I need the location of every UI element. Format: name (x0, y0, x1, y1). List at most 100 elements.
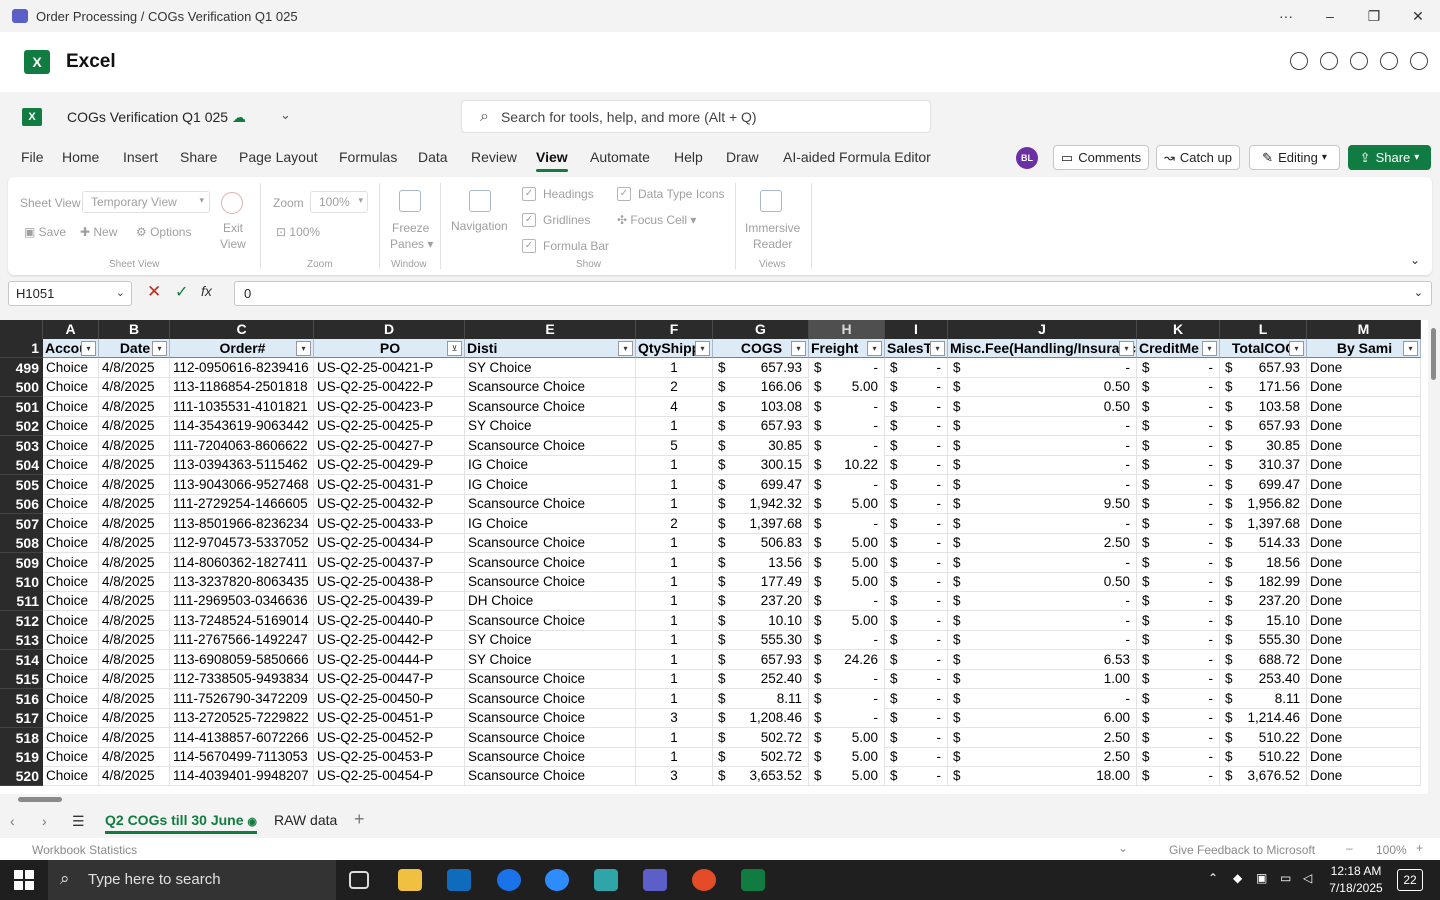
cell-credit-memo[interactable]: $ - (1137, 377, 1220, 398)
cell-credit-memo[interactable]: $ - (1137, 630, 1220, 651)
scroll-thumb[interactable] (1431, 328, 1436, 380)
cell-qty[interactable]: 1 (636, 552, 713, 573)
header-cell-account[interactable]: Accou ▾ (43, 339, 99, 358)
insert-function-icon[interactable]: fx (201, 283, 212, 299)
row-header[interactable]: 500 (0, 377, 43, 398)
cell-order[interactable]: 112-0950616-8239416 (170, 358, 314, 378)
cell-qty[interactable]: 1 (636, 688, 713, 709)
cell-misc-fee[interactable]: $18.00 (948, 766, 1137, 787)
cell-date[interactable]: 4/8/2025 (99, 474, 170, 495)
cell-account[interactable]: Choice (43, 416, 99, 437)
cell-salestax[interactable]: $ - (885, 766, 948, 787)
cell-freight[interactable]: $ - (809, 630, 885, 651)
zoom-100-button[interactable]: ⊡ 100% (276, 225, 320, 239)
cell-misc-fee[interactable]: $ - (948, 552, 1137, 573)
cell-po[interactable]: US-Q2-25-00454-P (314, 766, 465, 787)
cell-cogs[interactable]: $237.20 (713, 591, 809, 612)
cell-misc-fee[interactable]: $2.50 (948, 533, 1137, 554)
exit-view-button[interactable]: Exit (223, 221, 243, 235)
cell-disti[interactable]: Scansource Choice (465, 766, 636, 787)
task-view-icon[interactable] (349, 871, 369, 889)
cell-account[interactable]: Choice (43, 708, 99, 729)
avatar[interactable]: BL (1016, 147, 1038, 169)
restore-button[interactable]: ❐ (1352, 0, 1396, 32)
cell-date[interactable]: 4/8/2025 (99, 630, 170, 651)
tab-draw[interactable]: Draw (726, 149, 759, 165)
cell-account[interactable]: Choice (43, 688, 99, 709)
chevron-down-icon[interactable]: ⌄ (1118, 841, 1128, 855)
cell-by-sami[interactable]: Done (1307, 649, 1421, 670)
cell-date[interactable]: 4/8/2025 (99, 435, 170, 456)
cell-total-cogs[interactable]: $510.22 (1220, 727, 1307, 748)
cell-by-sami[interactable]: Done (1307, 377, 1421, 398)
cell-date[interactable]: 4/8/2025 (99, 396, 170, 417)
row-header[interactable]: 517 (0, 708, 43, 729)
cell-qty[interactable]: 5 (636, 435, 713, 456)
column-header-g[interactable]: G (713, 320, 809, 339)
cell-credit-memo[interactable]: $ - (1137, 669, 1220, 690)
cell-po[interactable]: US-Q2-25-00433-P (314, 513, 465, 534)
windows-start-icon[interactable] (14, 870, 34, 890)
tray-app-icon-2[interactable]: ▣ (1256, 871, 1267, 885)
cell-qty[interactable]: 1 (636, 455, 713, 476)
header-cell-cogs[interactable]: COGS ▾ (713, 339, 809, 358)
row-header[interactable]: 508 (0, 533, 43, 554)
column-header-c[interactable]: C (170, 320, 314, 339)
cell-salestax[interactable]: $ - (885, 571, 948, 592)
cell-date[interactable]: 4/8/2025 (99, 688, 170, 709)
tab-review[interactable]: Review (471, 149, 517, 165)
tab-formulas[interactable]: Formulas (339, 149, 397, 165)
tab-automate[interactable]: Automate (590, 149, 650, 165)
cell-freight[interactable]: $5.00 (809, 377, 885, 398)
column-header-f[interactable]: F (636, 320, 713, 339)
filter-dropdown-icon[interactable]: ▾ (81, 341, 96, 356)
cell-cogs[interactable]: $8.11 (713, 688, 809, 709)
cell-credit-memo[interactable]: $ - (1137, 533, 1220, 554)
formula-bar-checkbox[interactable]: ✓ (522, 239, 536, 253)
header-cell-by-sami[interactable]: By Sami ▾ (1307, 339, 1421, 358)
row-header[interactable]: 511 (0, 591, 43, 612)
cell-misc-fee[interactable]: $ - (948, 630, 1137, 651)
cell-account[interactable]: Choice (43, 649, 99, 670)
cell-misc-fee[interactable]: $ - (948, 474, 1137, 495)
shield-icon[interactable] (1410, 52, 1428, 70)
save-view-button[interactable]: ▣ Save (24, 225, 66, 239)
cell-cogs[interactable]: $699.47 (713, 474, 809, 495)
cell-order[interactable]: 112-7338505-9493834 (170, 669, 314, 690)
cell-credit-memo[interactable]: $ - (1137, 474, 1220, 495)
cell-disti[interactable]: Scansource Choice (465, 435, 636, 456)
cell-order[interactable]: 111-1035531-4101821 (170, 396, 314, 417)
freeze-panes-button[interactable]: Freeze (392, 221, 429, 235)
chrome-profile-icon[interactable] (692, 869, 716, 891)
cell-order[interactable]: 113-8501966-8236234 (170, 513, 314, 534)
cell-salestax[interactable]: $ - (885, 416, 948, 437)
zoom-app-icon[interactable] (545, 869, 569, 891)
immersive-reader-button[interactable]: Immersive (745, 221, 800, 235)
cell-account[interactable]: Choice (43, 455, 99, 476)
cell-disti[interactable]: Scansource Choice (465, 377, 636, 398)
cell-total-cogs[interactable]: $30.85 (1220, 435, 1307, 456)
cell-salestax[interactable]: $ - (885, 474, 948, 495)
cell-disti[interactable]: Scansource Choice (465, 610, 636, 631)
cell-by-sami[interactable]: Done (1307, 571, 1421, 592)
comments-button[interactable]: ▭ Comments (1053, 145, 1149, 170)
gridlines-checkbox[interactable]: ✓ (522, 213, 536, 227)
cell-misc-fee[interactable]: $ - (948, 416, 1137, 437)
cell-misc-fee[interactable]: $0.50 (948, 396, 1137, 417)
cell-total-cogs[interactable]: $103.58 (1220, 396, 1307, 417)
cell-total-cogs[interactable]: $15.10 (1220, 610, 1307, 631)
cell-total-cogs[interactable]: $699.47 (1220, 474, 1307, 495)
new-view-button[interactable]: ✚ New (80, 225, 117, 239)
cell-disti[interactable]: DH Choice (465, 591, 636, 612)
cell-freight[interactable]: $10.22 (809, 455, 885, 476)
cell-disti[interactable]: Scansource Choice (465, 396, 636, 417)
cell-misc-fee[interactable]: $1.00 (948, 669, 1137, 690)
search-box[interactable]: ⌕ Search for tools, help, and more (Alt … (461, 100, 931, 133)
column-header-l[interactable]: L (1220, 320, 1307, 339)
cell-misc-fee[interactable]: $2.50 (948, 747, 1137, 767)
cell-order[interactable]: 114-4138857-6072266 (170, 727, 314, 748)
cell-qty[interactable]: 1 (636, 610, 713, 631)
tab-view[interactable]: View (536, 149, 568, 172)
editing-mode-button[interactable]: ✎ Editing ▾ (1249, 145, 1340, 170)
cell-qty[interactable]: 1 (636, 747, 713, 767)
